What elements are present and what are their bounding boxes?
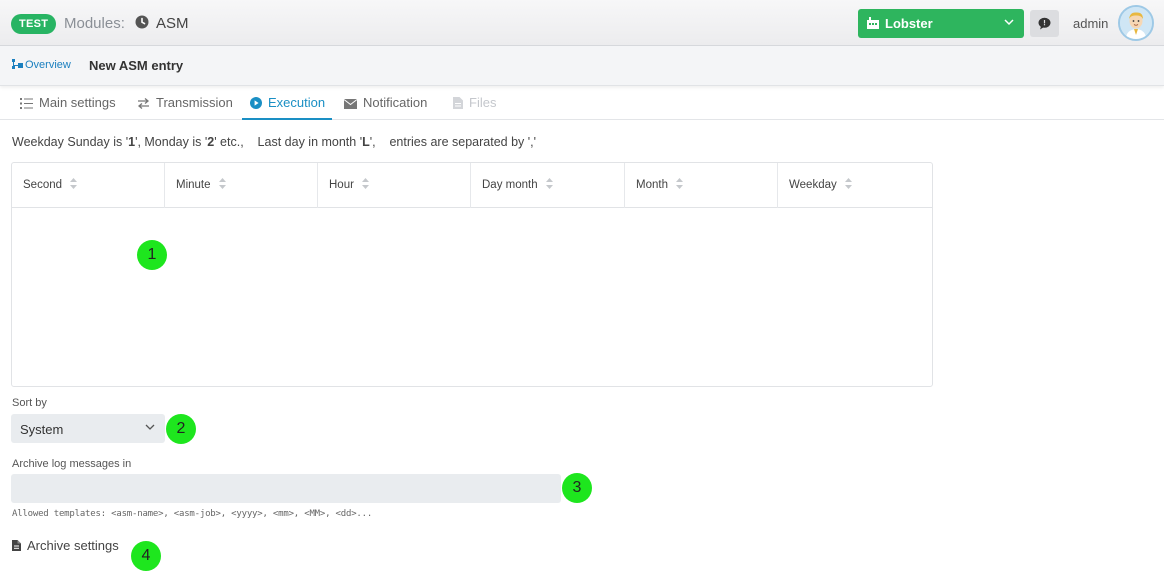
tab-transmission[interactable]: Transmission bbox=[137, 86, 233, 120]
tab-label: Execution bbox=[268, 95, 326, 110]
allowed-templates-hint: Allowed templates: <asm-name>, <asm-job>… bbox=[12, 509, 373, 519]
company-name: Lobster bbox=[885, 16, 933, 31]
list-icon bbox=[20, 98, 33, 109]
sitemap-icon bbox=[12, 59, 23, 69]
column-header-day-month[interactable]: Day month bbox=[471, 163, 625, 208]
file-icon bbox=[453, 97, 463, 109]
sort-by-select[interactable]: System bbox=[11, 414, 165, 443]
chevron-down-icon bbox=[145, 424, 155, 430]
column-header-hour[interactable]: Hour bbox=[318, 163, 471, 208]
tab-bar: Main settings Transmission Execution Not… bbox=[0, 86, 1164, 120]
page-title: New ASM entry bbox=[89, 58, 184, 73]
arrows-icon bbox=[137, 98, 150, 109]
column-header-month[interactable]: Month bbox=[625, 163, 778, 208]
envelope-icon bbox=[343, 99, 358, 109]
play-circle-icon bbox=[250, 97, 262, 109]
user-avatar-icon bbox=[1120, 7, 1152, 39]
schedule-hint: Weekday Sunday is '1', Monday is '2' etc… bbox=[12, 135, 537, 149]
column-header-second[interactable]: Second bbox=[12, 163, 165, 208]
column-header-weekday[interactable]: Weekday bbox=[778, 163, 932, 208]
sort-icon bbox=[362, 178, 370, 189]
sort-icon bbox=[844, 178, 852, 189]
sort-by-label: Sort by bbox=[12, 397, 47, 409]
tab-files: Files bbox=[453, 86, 496, 120]
table-body[interactable] bbox=[12, 208, 932, 386]
column-header-minute[interactable]: Minute bbox=[165, 163, 318, 208]
archive-log-label: Archive log messages in bbox=[12, 458, 132, 470]
user-name[interactable]: admin bbox=[1073, 16, 1108, 31]
company-select[interactable]: Lobster bbox=[858, 9, 1024, 38]
tab-main-settings[interactable]: Main settings bbox=[20, 86, 116, 120]
file-icon bbox=[12, 540, 21, 551]
chevron-down-icon bbox=[1004, 19, 1014, 26]
annotation-marker: 3 bbox=[562, 473, 592, 503]
sort-icon bbox=[218, 178, 226, 189]
tab-label: Notification bbox=[363, 95, 428, 110]
annotation-marker: 1 bbox=[137, 240, 167, 270]
annotation-marker: 4 bbox=[131, 541, 161, 571]
schedule-table: Second Minute Hour Day month Month Weekd… bbox=[11, 162, 933, 387]
sort-by-value: System bbox=[20, 422, 64, 437]
building-icon bbox=[867, 17, 879, 29]
avatar[interactable] bbox=[1118, 5, 1154, 41]
chat-icon bbox=[1038, 17, 1051, 30]
tab-label: Main settings bbox=[39, 95, 116, 110]
archive-log-input[interactable] bbox=[11, 474, 561, 503]
tab-notification[interactable]: Notification bbox=[343, 86, 428, 120]
table-header: Second Minute Hour Day month Month Weekd… bbox=[12, 163, 932, 208]
environment-badge: TEST bbox=[11, 14, 57, 34]
breadcrumb: Overview New ASM entry bbox=[0, 46, 1164, 86]
clock-icon bbox=[135, 15, 149, 29]
sort-icon bbox=[545, 178, 553, 189]
archive-settings-link[interactable]: Archive settings bbox=[12, 538, 119, 553]
overview-link[interactable]: Overview bbox=[12, 59, 71, 71]
sort-icon bbox=[676, 178, 684, 189]
modules-label: Modules: bbox=[64, 15, 125, 32]
archive-settings-label: Archive settings bbox=[27, 538, 119, 553]
module-name[interactable]: ASM bbox=[156, 15, 189, 32]
overview-label: Overview bbox=[25, 59, 71, 71]
chat-button[interactable] bbox=[1030, 10, 1059, 37]
sort-icon bbox=[70, 178, 78, 189]
tab-label: Files bbox=[469, 95, 497, 110]
tab-execution[interactable]: Execution bbox=[242, 86, 332, 120]
annotation-marker: 2 bbox=[166, 414, 196, 444]
tab-label: Transmission bbox=[156, 95, 233, 110]
top-bar: TEST Modules: ASM Lobster admin bbox=[0, 0, 1164, 46]
